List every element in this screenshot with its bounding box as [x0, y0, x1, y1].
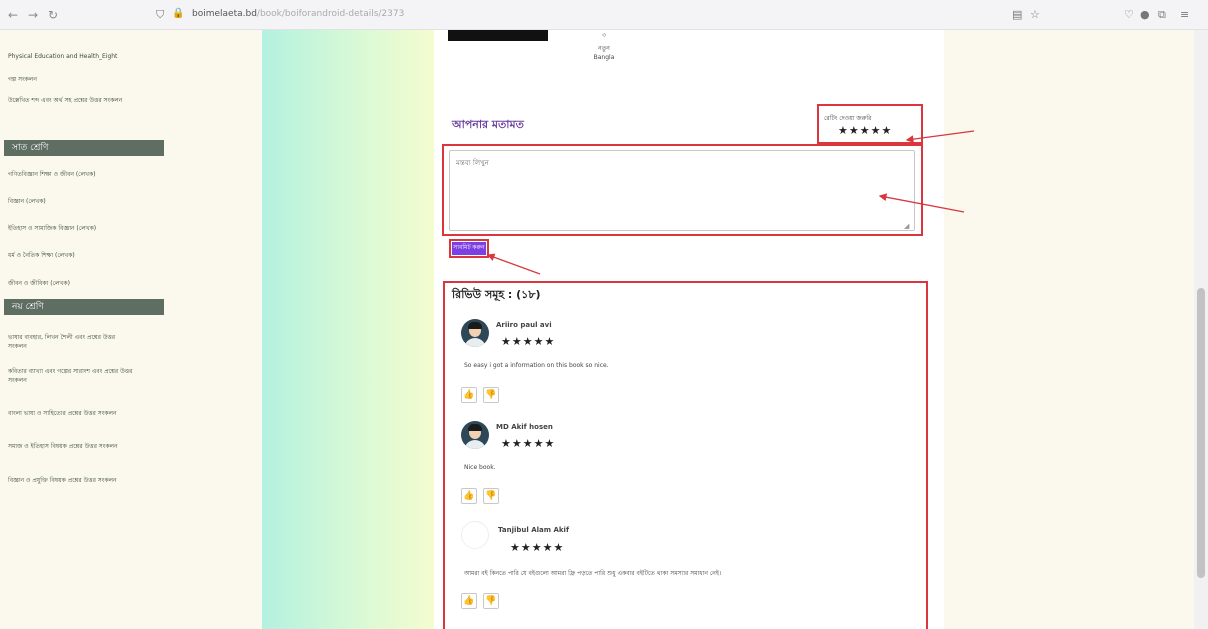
scrollbar-thumb[interactable] [1197, 288, 1205, 578]
sidebar-item[interactable]: ধর্ম ও নৈতিক শিক্ষা (লেখক) [8, 251, 168, 260]
sidebar-item[interactable]: কবিতার ব্যাখ্যা এবং গল্পের সারাংশ এবং প্… [8, 367, 148, 385]
forward-icon[interactable]: → [26, 8, 40, 22]
review-text: Nice book. [464, 464, 496, 471]
reader-view-icon[interactable]: ▤ [1012, 8, 1022, 22]
sidebar-section-heading: সাত শ্রেণি [4, 140, 164, 156]
tracking-shield-icon[interactable]: ⛉ [156, 8, 164, 22]
sidebar-item[interactable]: বিজ্ঞান (লেখক) [8, 197, 168, 206]
reviewer-name: Ariiro paul avi [496, 321, 552, 329]
reviewer-name: Tanjibul Alam Akif [498, 526, 569, 534]
review-text: আমরা বই কিনতে পারি যে বইগুলো আমরা ফ্রি প… [464, 570, 722, 577]
avatar-hair [468, 424, 482, 431]
sidebar-item[interactable]: ভাষার ব্যবহার, লিখন শৈলী এবং প্রশ্নের উত… [8, 333, 133, 351]
reviews-heading: রিভিউ সমূহ : (১৮) [452, 288, 541, 301]
avatar-shirt [464, 440, 486, 449]
menu-icon[interactable]: ≡ [1180, 8, 1189, 22]
thumbs-up-icon[interactable]: 👍 [461, 387, 477, 403]
review-stars: ★★★★★ [510, 541, 565, 554]
thumbs-down-icon[interactable]: 👎 [483, 488, 499, 504]
avatar [461, 521, 489, 549]
sidebar-item[interactable]: জীবন ও জীবিকা (লেখক) [8, 279, 168, 288]
sidebar-item[interactable]: উল্লেখিত শব্দ এবং অর্থ সহ প্রশ্নের উত্তর… [8, 96, 128, 105]
avatar [461, 319, 489, 347]
review-stars: ★★★★★ [501, 335, 556, 348]
book-meta-value: নতুন [598, 45, 610, 52]
book-meta-language: Bangla [593, 54, 615, 61]
url-path: /book/boiforandroid-details/2373 [256, 9, 405, 19]
avatar-hair [468, 322, 482, 329]
sidebar-item[interactable]: ইতিহাস ও সামাজিক বিজ্ঞান (লেখক) [8, 224, 168, 233]
extensions-icon[interactable]: ⧉ [1158, 8, 1166, 22]
account-icon[interactable]: ● [1140, 8, 1150, 22]
sidebar-item[interactable]: সমাজ ও ইতিহাস বিষয়ক প্রশ্নের উত্তর সংকল… [8, 442, 148, 451]
thumbs-up-icon[interactable]: 👍 [461, 488, 477, 504]
url-text[interactable]: boimelaeta.bd/book/boiforandroid-details… [192, 9, 404, 19]
reviewer-name: MD Akif hosen [496, 423, 553, 431]
thumbs-up-icon[interactable]: 👍 [461, 593, 477, 609]
bookmark-star-icon[interactable]: ☆ [1030, 8, 1040, 22]
book-meta-value: ৩ [602, 32, 606, 39]
sidebar-item[interactable]: বাংলা ভাষা ও সাহিত্যের প্রশ্নের উত্তর সং… [8, 409, 138, 418]
url-host: boimelaeta.bd [192, 9, 257, 19]
thumbs-down-icon[interactable]: 👎 [483, 387, 499, 403]
submit-review-button[interactable]: সাবমিট করুন [452, 242, 486, 255]
browser-toolbar: ← → ↻ ⛉ 🔒 boimelaeta.bd/book/boiforandro… [0, 0, 1208, 30]
page-scrollbar[interactable] [1194, 30, 1208, 629]
address-bar[interactable]: ⛉ 🔒 boimelaeta.bd/book/boiforandroid-det… [150, 6, 1120, 25]
rating-label: রেটিং দেওয়া জরুরি [824, 115, 872, 122]
back-icon[interactable]: ← [6, 8, 20, 22]
review-form-title: আপনার মতামত [452, 118, 524, 131]
reload-icon[interactable]: ↻ [46, 8, 60, 22]
rating-stars-input[interactable]: ★★★★★ [838, 124, 892, 137]
sidebar-item[interactable]: গল্প সংকলন [8, 75, 168, 84]
review-comment-textarea[interactable] [449, 150, 915, 231]
avatar [461, 421, 489, 449]
thumbs-down-icon[interactable]: 👎 [483, 593, 499, 609]
resize-handle-icon[interactable]: ◢ [904, 222, 909, 230]
avatar-shirt [464, 338, 486, 347]
review-stars: ★★★★★ [501, 437, 556, 450]
sidebar-item[interactable]: বিজ্ঞান ও প্রযুক্তি বিষয়ক প্রশ্নের উত্ত… [8, 476, 148, 485]
pocket-icon[interactable]: ♡ [1124, 8, 1134, 22]
sidebar-section-heading: নয় শ্রেণি [4, 299, 164, 315]
book-cover-image [448, 30, 548, 41]
lock-icon[interactable]: 🔒 [172, 8, 184, 19]
sidebar-item[interactable]: Physical Education and Health_Eight [8, 52, 168, 61]
category-sidebar [262, 30, 434, 629]
review-text: So easy i got a information on this book… [464, 362, 609, 369]
sidebar-item[interactable]: গণিতবিজ্ঞান শিক্ষা ও জীবন (লেখক) [8, 170, 168, 179]
